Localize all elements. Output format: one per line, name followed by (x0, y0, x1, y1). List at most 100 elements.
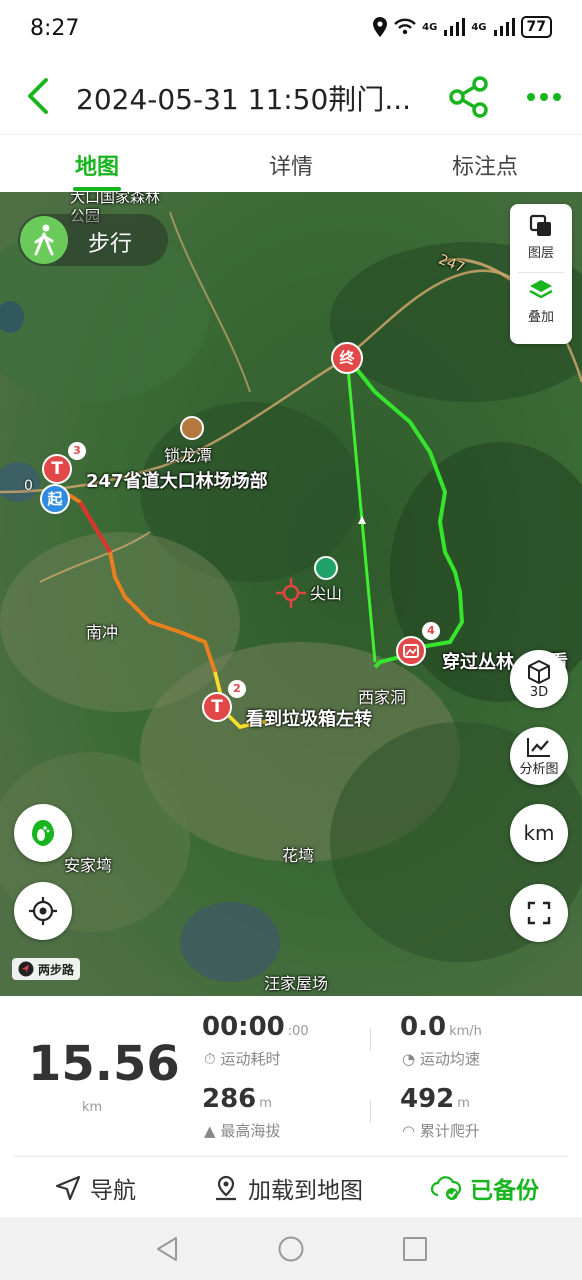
status-time: 8:27 (30, 16, 80, 41)
nav-back-icon[interactable] (154, 1235, 180, 1263)
duration-label-row: ⏱ 运动耗时 (204, 1048, 281, 1069)
fullscreen-icon (527, 901, 551, 925)
layer-panel: 图层 叠加 (510, 204, 572, 344)
overlay-button[interactable]: 叠加 (510, 278, 572, 325)
total-climb-value: 492 m (400, 1084, 470, 1114)
mountain-peak-icon (314, 556, 338, 580)
duration-label: 运动耗时 (220, 1050, 281, 1068)
divider (370, 1028, 371, 1050)
marker-label-2: 看到垃圾箱左转 (246, 709, 372, 730)
3d-button[interactable]: 3D (510, 650, 568, 708)
duration-seconds: :00 (287, 1024, 309, 1039)
share-icon[interactable] (448, 76, 490, 118)
speedometer-icon: ◔ (402, 1050, 416, 1068)
total-climb-label-row: ◠ 累计爬升 (402, 1120, 480, 1141)
footprint-icon (32, 820, 54, 846)
walking-icon (20, 216, 68, 264)
avg-speed-label: 运动均速 (419, 1050, 480, 1068)
tab-map[interactable]: 地图 (37, 149, 157, 181)
layers-icon (529, 214, 551, 236)
analysis-label: 分析图 (519, 761, 559, 777)
total-climb-label: 累计爬升 (419, 1122, 480, 1140)
system-nav-bar (0, 1217, 582, 1280)
label-huawan: 花塆 (282, 846, 315, 865)
navigate-label: 导航 (90, 1178, 136, 1204)
tab-markers[interactable]: 标注点 (425, 149, 545, 181)
marker-badge-4: 4 (422, 622, 440, 640)
map-view[interactable]: 大口国家森林公园 247 锁龙潭 尖山 南冲 西家洞 安家塆 花塆 汪家屋场 步… (0, 192, 582, 996)
marker-badge-2: 2 (228, 680, 246, 698)
more-options-icon[interactable] (524, 80, 564, 114)
fullscreen-button[interactable] (510, 884, 568, 942)
back-arrow-icon[interactable] (22, 76, 56, 116)
end-marker[interactable]: 终 (331, 342, 363, 374)
divider-2 (370, 1100, 371, 1122)
waypoint-marker-4[interactable] (396, 636, 426, 666)
marker-number-0: 0 (24, 478, 33, 494)
panel-divider (518, 272, 564, 273)
footprint-button[interactable] (14, 804, 72, 862)
backup-status-button[interactable]: 已备份 (430, 1171, 539, 1205)
battery-indicator: 77 (520, 16, 552, 38)
tab-bar: 地图 详情 标注点 (0, 134, 582, 193)
crosshair-locate-icon (29, 897, 57, 925)
load-to-map-button[interactable]: 加载到地图 (212, 1171, 363, 1205)
climb-icon: ◠ (402, 1122, 416, 1140)
waypoint-marker-3[interactable]: T (42, 454, 72, 484)
start-marker[interactable]: 起 (40, 484, 70, 514)
page-title: 2024-05-31 11:50荆门... (76, 83, 412, 116)
signal-icon (444, 18, 466, 36)
action-bar: 导航 加载到地图 已备份 (0, 1157, 582, 1217)
distance-value: 15.56 (28, 1036, 180, 1092)
brand-chip: 两步路 (12, 958, 81, 980)
nav-home-icon[interactable] (277, 1235, 305, 1263)
stats-panel: 15.56 km 00:00:00 ⏱ 运动耗时 0.0 km/h ◔ 运动均速 … (0, 996, 582, 1156)
load-to-map-label: 加载到地图 (248, 1178, 363, 1204)
duration-main: 00:00 (202, 1012, 285, 1042)
max-altitude-value: 286 m (202, 1084, 272, 1114)
avg-speed-label-row: ◔ 运动均速 (402, 1048, 480, 1069)
network-type-1: 4G (422, 21, 438, 33)
total-climb-unit: m (457, 1096, 470, 1111)
unit-label: km (523, 821, 555, 845)
layers-label: 图层 (527, 246, 554, 261)
marker-badge-3: 3 (68, 442, 86, 460)
tab-details[interactable]: 详情 (231, 149, 351, 181)
max-altitude-label: 最高海拔 (220, 1122, 281, 1140)
overlay-label: 叠加 (527, 310, 554, 325)
wifi-icon (394, 18, 417, 35)
max-altitude-unit: m (259, 1096, 272, 1111)
cloud-check-icon (430, 1176, 462, 1200)
total-climb-main: 492 (400, 1084, 455, 1114)
travel-mode-chip[interactable]: 步行 (18, 214, 168, 266)
unit-toggle-button[interactable]: km (510, 804, 568, 862)
line-chart-icon (527, 737, 550, 757)
stack-overlay-icon (529, 280, 553, 299)
network-type-2: 4G (471, 21, 487, 33)
max-altitude-main: 286 (202, 1084, 257, 1114)
label-suolongtan: 锁龙潭 (164, 446, 213, 465)
backup-label: 已备份 (470, 1178, 539, 1204)
avg-speed-unit: km/h (449, 1024, 482, 1039)
waypoint-marker-2[interactable]: T (202, 692, 232, 722)
layers-button[interactable]: 图层 (510, 214, 572, 261)
label-jianshan: 尖山 (310, 584, 343, 603)
travel-mode-label: 步行 (88, 232, 133, 257)
analysis-button[interactable]: 分析图 (510, 727, 568, 785)
duration-value: 00:00:00 (202, 1012, 309, 1042)
navigate-button[interactable]: 导航 (54, 1171, 136, 1205)
stopwatch-icon: ⏱ (204, 1050, 216, 1068)
status-icons: 4G 4G 77 (372, 16, 552, 38)
locate-button[interactable] (14, 882, 72, 940)
active-tab-indicator (73, 187, 121, 191)
3d-label: 3D (529, 684, 549, 700)
status-bar: 8:27 4G 4G 77 (0, 0, 582, 58)
navigation-arrow-icon (18, 961, 34, 977)
nav-recents-icon[interactable] (402, 1236, 428, 1262)
navigation-icon (55, 1175, 81, 1201)
label-anjiawan: 安家塆 (64, 856, 113, 875)
label-wangjiawu: 汪家屋场 (264, 974, 329, 993)
map-pin-icon (216, 1175, 236, 1201)
cube-icon (528, 659, 550, 684)
title-bar: 2024-05-31 11:50荆门... (0, 58, 582, 134)
